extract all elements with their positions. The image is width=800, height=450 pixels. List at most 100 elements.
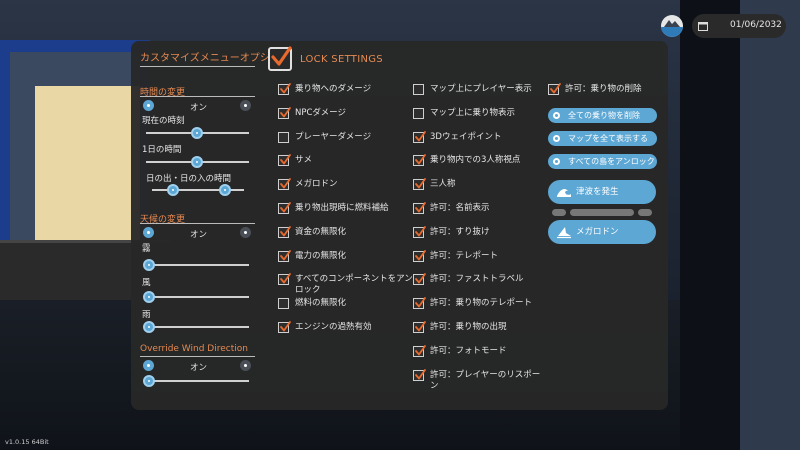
permission-label-2: マップ上に乗り物表示 [430,107,516,118]
option-label-2: NPCダメージ [295,107,346,118]
option-checkbox-5[interactable] [278,178,291,191]
reveal-map-label: マップを全て表示する [568,134,648,143]
option-checkbox-3[interactable] [278,131,289,143]
permission-label-12: 許可：フォトモード [430,345,507,356]
allow-delete-vehicle-label: 許可：乗り物の削除 [565,84,642,94]
sunrise-sunset-label: 日の出・日の入の時間 [146,174,232,184]
wind-override-toggle-label: オン [190,363,208,373]
permission-checkbox-1[interactable] [413,84,424,95]
rain-slider-handle[interactable] [143,321,155,333]
calendar-icon [698,22,708,31]
permission-label-9: 許可：ファストトラベル [430,274,524,285]
sunset-slider-handle[interactable] [219,184,231,196]
lock-settings-checkbox[interactable] [268,46,292,71]
wind-override-toggle-on-radio[interactable] [143,360,154,371]
option-checkbox-2[interactable] [278,106,291,119]
option-label-9: すべてのコンポーネントをアンロック [295,274,413,296]
permission-checkbox-8[interactable] [413,249,426,262]
version-label: v1.0.15 64Bit [5,438,49,446]
permission-label-6: 許可：名前表示 [430,203,490,213]
option-label-10: 燃料の無限化 [295,298,347,309]
spawn-tsunami-label: 津波を発生 [576,187,619,197]
option-label-11: エンジンの過熱有効 [295,322,372,332]
progress-segment-middle [570,209,634,216]
option-label-1: 乗り物へのダメージ [295,84,372,94]
rain-label: 雨 [142,310,151,320]
progress-segment-right [638,209,652,216]
current-time-label: 現在の時刻 [142,116,185,126]
fog-slider-handle[interactable] [143,259,155,271]
rain-slider-track [146,326,249,328]
background-window [740,0,800,450]
permission-label-3: 3Dウェイポイント [430,131,502,142]
option-label-4: サメ [295,155,313,166]
wave-icon [557,188,571,197]
time-toggle-label: オン [190,103,208,113]
allow-delete-vehicle-checkbox[interactable] [548,83,561,95]
option-checkbox-10[interactable] [278,298,289,310]
permission-checkbox-6[interactable] [413,202,426,214]
wind-slider-handle[interactable] [143,291,155,303]
weather-divider [140,223,255,224]
weather-toggle-on-radio[interactable] [143,227,154,238]
option-checkbox-6[interactable] [278,202,291,214]
time-divider [140,96,255,97]
wind-override-divider [140,356,255,357]
option-checkbox-1[interactable] [278,83,291,95]
permission-label-1: マップ上にプレイヤー表示 [430,84,532,94]
wind-direction-slider-track [146,380,249,382]
sidebar-divider [140,66,255,67]
spawn-tsunami-button[interactable]: 津波を発生 [548,180,656,204]
option-checkbox-4[interactable] [278,154,291,167]
permission-label-5: 三人称 [430,179,456,190]
option-label-8: 電力の無限化 [295,250,347,261]
permission-checkbox-11[interactable] [413,321,426,333]
permission-checkbox-4[interactable] [413,154,426,167]
permission-checkbox-12[interactable] [413,344,426,357]
permission-checkbox-5[interactable] [413,178,426,191]
fog-label: 霧 [142,244,151,254]
option-checkbox-9[interactable] [278,273,291,286]
time-toggle-off-radio[interactable] [240,100,251,111]
sunrise-slider-handle[interactable] [167,184,179,196]
shark-fin-icon [557,227,571,239]
weather-toggle-off-radio[interactable] [240,227,251,238]
permission-label-4: 乗り物内での3人称視点 [430,155,521,166]
option-checkbox-11[interactable] [278,321,291,333]
permission-checkbox-2[interactable] [413,107,424,119]
lock-settings-title: LOCK SETTINGS [300,54,383,65]
option-label-7: 資金の無限化 [295,226,347,237]
weather-icon [661,15,683,37]
unlock-islands-button[interactable]: すべての島をアンロック [548,154,657,169]
wind-override-toggle-off-radio[interactable] [240,360,251,371]
permission-checkbox-7[interactable] [413,225,426,238]
permission-label-13: 許可：プレイヤーのリスポーン [430,369,541,391]
day-time-slider-handle[interactable] [191,156,203,168]
permission-label-11: 許可：乗り物の出現 [430,322,507,332]
wind-direction-slider-handle[interactable] [143,375,155,387]
unlock-islands-label: すべての島をアンロック [568,157,655,166]
option-label-6: 乗り物出現時に燃料補給 [295,203,389,213]
current-time-slider-handle[interactable] [191,127,203,139]
permission-label-7: 許可：すり抜け [430,226,490,237]
wind-override-section-label: Override Wind Direction [140,344,248,354]
option-label-3: プレーヤーダメージ [295,131,372,142]
spawn-megalodon-label: メガロドン [576,227,619,237]
option-checkbox-7[interactable] [278,225,291,238]
permission-checkbox-9[interactable] [413,273,426,286]
permission-checkbox-3[interactable] [413,130,426,143]
permission-checkbox-10[interactable] [413,297,426,310]
option-checkbox-8[interactable] [278,249,291,262]
permission-label-10: 許可：乗り物のテレポート [430,298,533,309]
date-widget: 01/06/2032 [692,14,786,38]
day-time-label: 1日の時間 [142,145,182,155]
permission-label-8: 許可：テレポート [430,250,499,261]
time-toggle-on-radio[interactable] [143,100,154,111]
permission-checkbox-13[interactable] [413,368,426,381]
reveal-map-button[interactable]: マップを全て表示する [548,131,657,146]
delete-all-vehicles-label: 全ての乗り物を削除 [568,111,640,120]
date-label: 01/06/2032 [730,20,782,30]
spawn-megalodon-button[interactable]: メガロドン [548,220,656,244]
delete-all-vehicles-button[interactable]: 全ての乗り物を削除 [548,108,657,123]
weather-toggle-label: オン [190,230,208,240]
